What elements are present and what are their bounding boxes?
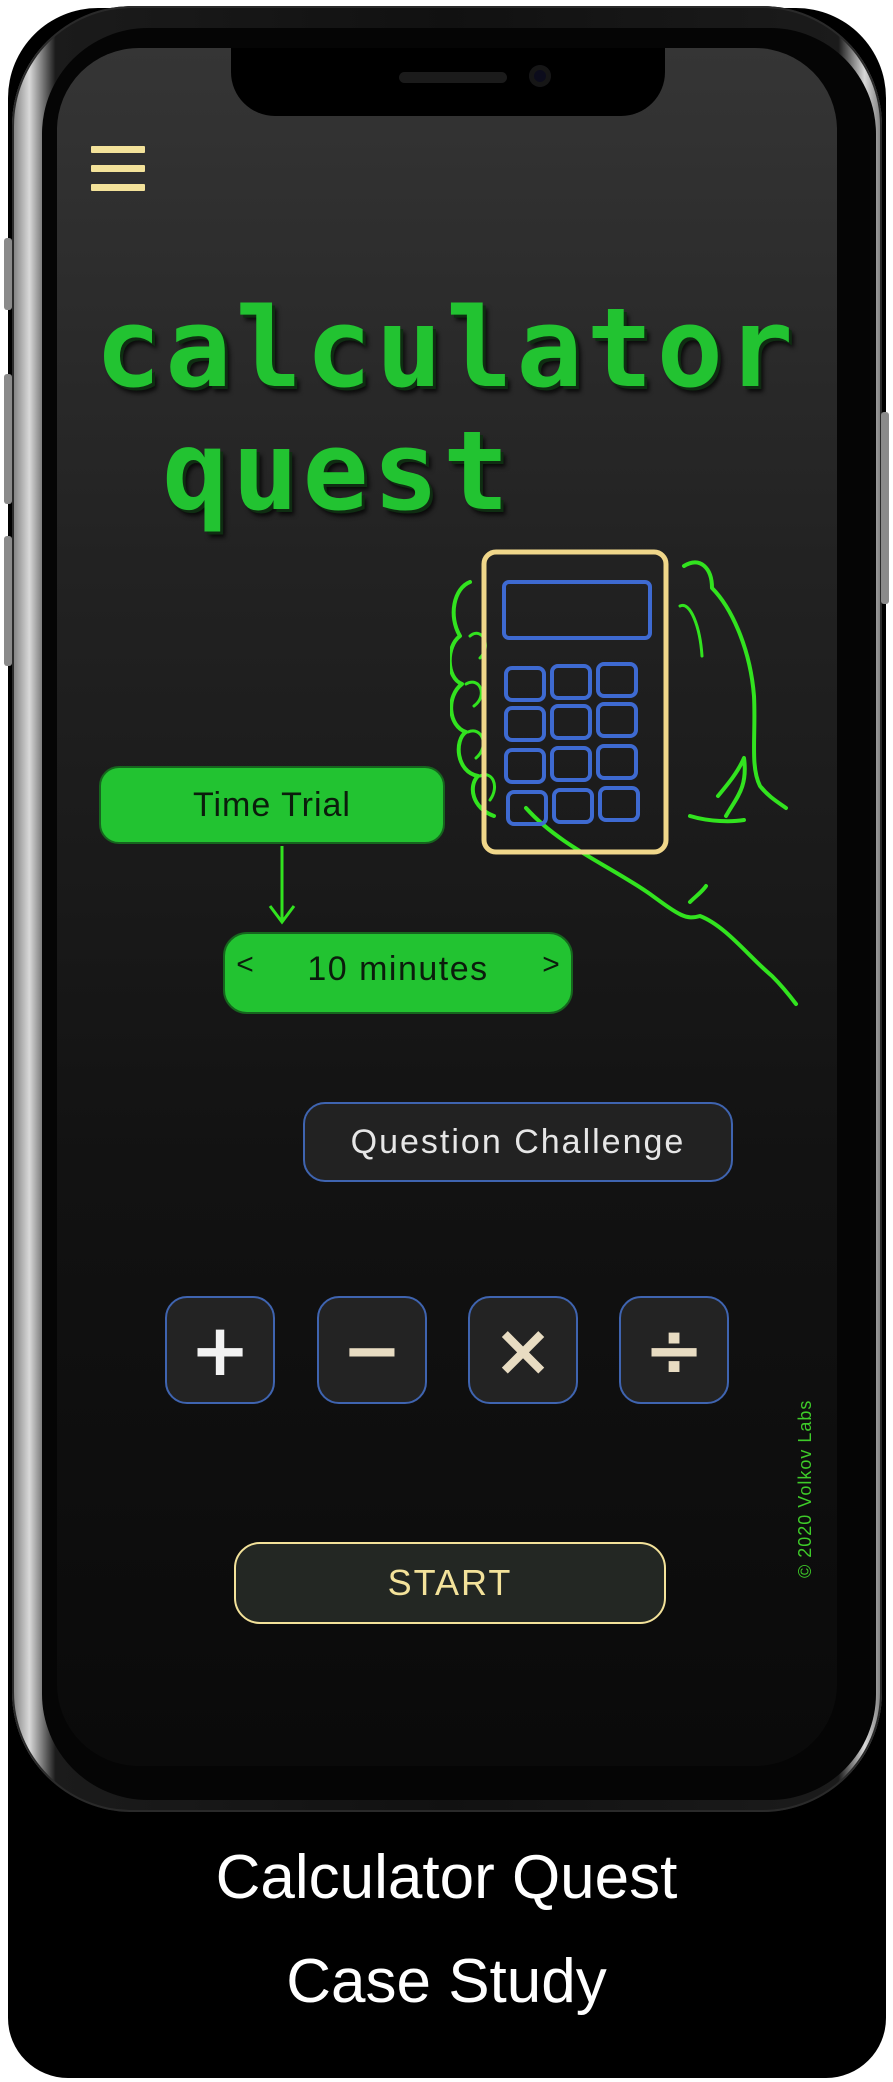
side-button	[4, 238, 12, 310]
minus-icon: −	[341, 1308, 403, 1392]
app-logo-calculator: calculator	[95, 284, 798, 412]
divide-icon: ÷	[643, 1308, 705, 1392]
speaker-grill	[399, 72, 507, 83]
duration-stepper: < 10 minutes >	[223, 932, 573, 1014]
volume-down-button	[4, 536, 12, 666]
multiply-icon: ×	[492, 1308, 554, 1392]
start-button[interactable]: START	[234, 1542, 666, 1624]
duration-next-button[interactable]: >	[531, 948, 571, 982]
app-screen: calculator quest Time Trial < 10 minutes…	[57, 48, 837, 1766]
copyright-text: © 2020 Volkov Labs	[795, 1399, 815, 1578]
caption-title: Calculator Quest	[215, 1843, 678, 1912]
duration-value: 10 minutes	[307, 950, 489, 988]
plus-icon: +	[189, 1308, 251, 1392]
duration-prev-button[interactable]: <	[225, 948, 265, 982]
minus-button[interactable]: −	[317, 1296, 427, 1404]
time-trial-button[interactable]: Time Trial	[99, 766, 445, 844]
plus-button[interactable]: +	[165, 1296, 275, 1404]
volume-up-button	[4, 374, 12, 504]
question-challenge-button[interactable]: Question Challenge	[303, 1102, 733, 1182]
divide-button[interactable]: ÷	[619, 1296, 729, 1404]
phone-notch	[231, 48, 665, 116]
hamburger-icon[interactable]	[91, 146, 145, 192]
camera-icon	[529, 65, 551, 87]
multiply-button[interactable]: ×	[468, 1296, 578, 1404]
power-button	[881, 412, 889, 604]
caption-subtitle: Case Study	[286, 1947, 607, 2016]
arrow-down-icon	[268, 846, 296, 925]
